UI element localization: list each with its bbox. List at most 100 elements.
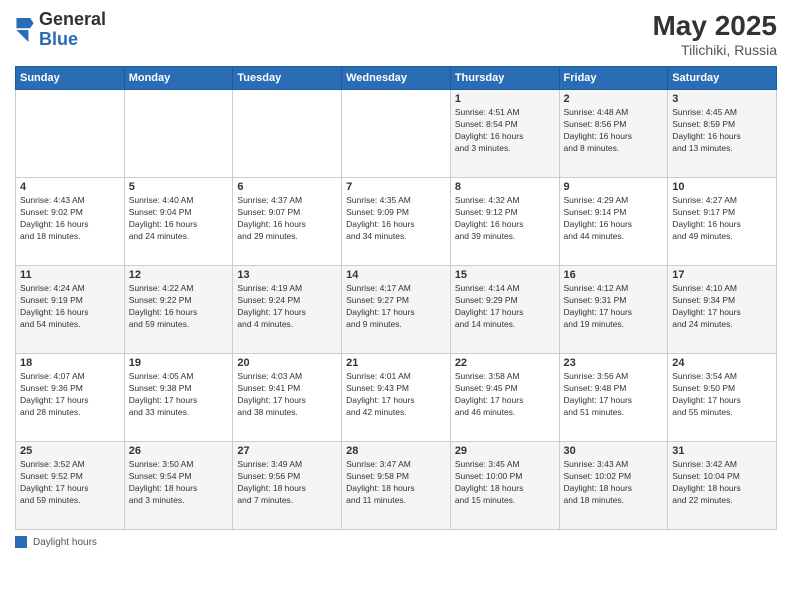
- day-number: 27: [237, 445, 337, 457]
- day-info: Sunrise: 4:40 AM Sunset: 9:04 PM Dayligh…: [129, 195, 229, 243]
- table-row: 3 Sunrise: 4:45 AM Sunset: 8:59 PM Daylig…: [668, 90, 777, 178]
- table-row: 10 Sunrise: 4:27 AM Sunset: 9:17 PM Dayli…: [668, 178, 777, 266]
- day-info: Sunrise: 3:50 AM Sunset: 9:54 PM Dayligh…: [129, 459, 229, 507]
- day-info: Sunrise: 4:48 AM Sunset: 8:56 PM Dayligh…: [564, 107, 664, 155]
- day-number: 25: [20, 445, 120, 457]
- day-info: Sunrise: 3:58 AM Sunset: 9:45 PM Dayligh…: [455, 371, 555, 419]
- day-info: Sunrise: 3:52 AM Sunset: 9:52 PM Dayligh…: [20, 459, 120, 507]
- table-row: 31 Sunrise: 3:42 AM Sunset: 10:04 PM Dayl…: [668, 442, 777, 530]
- table-row: 17 Sunrise: 4:10 AM Sunset: 9:34 PM Dayli…: [668, 266, 777, 354]
- table-row: 20 Sunrise: 4:03 AM Sunset: 9:41 PM Dayli…: [233, 354, 342, 442]
- day-number: 2: [564, 93, 664, 105]
- day-info: Sunrise: 4:07 AM Sunset: 9:36 PM Dayligh…: [20, 371, 120, 419]
- day-info: Sunrise: 4:24 AM Sunset: 9:19 PM Dayligh…: [20, 283, 120, 331]
- day-number: 20: [237, 357, 337, 369]
- day-number: 16: [564, 269, 664, 281]
- calendar-header-row: Sunday Monday Tuesday Wednesday Thursday…: [16, 67, 777, 90]
- day-number: 3: [672, 93, 772, 105]
- day-number: 24: [672, 357, 772, 369]
- day-number: 21: [346, 357, 446, 369]
- table-row: 15 Sunrise: 4:14 AM Sunset: 9:29 PM Dayli…: [450, 266, 559, 354]
- table-row: 12 Sunrise: 4:22 AM Sunset: 9:22 PM Dayli…: [124, 266, 233, 354]
- calendar-week-row: 1 Sunrise: 4:51 AM Sunset: 8:54 PM Daylig…: [16, 90, 777, 178]
- table-row: 21Sunrise: 4:01 AM Sunset: 9:43 PM Dayli…: [342, 354, 451, 442]
- day-number: 4: [20, 181, 120, 193]
- calendar-week-row: 25 Sunrise: 3:52 AM Sunset: 9:52 PM Dayli…: [16, 442, 777, 530]
- day-number: 13: [237, 269, 337, 281]
- footer: Daylight hours: [15, 536, 777, 548]
- day-info: Sunrise: 3:54 AM Sunset: 9:50 PM Dayligh…: [672, 371, 772, 419]
- table-row: 25 Sunrise: 3:52 AM Sunset: 9:52 PM Dayli…: [16, 442, 125, 530]
- legend-label: Daylight hours: [33, 537, 97, 548]
- day-number: 19: [129, 357, 229, 369]
- calendar-week-row: 11 Sunrise: 4:24 AM Sunset: 9:19 PM Dayli…: [16, 266, 777, 354]
- table-row: [124, 90, 233, 178]
- page-header: General Blue May 2025 Tilichiki, Russia: [15, 10, 777, 58]
- table-row: 22 Sunrise: 3:58 AM Sunset: 9:45 PM Dayli…: [450, 354, 559, 442]
- day-number: 7: [346, 181, 446, 193]
- table-row: [233, 90, 342, 178]
- day-info: Sunrise: 4:14 AM Sunset: 9:29 PM Dayligh…: [455, 283, 555, 331]
- col-wednesday: Wednesday: [342, 67, 451, 90]
- day-info: Sunrise: 4:32 AM Sunset: 9:12 PM Dayligh…: [455, 195, 555, 243]
- day-info: Sunrise: 4:22 AM Sunset: 9:22 PM Dayligh…: [129, 283, 229, 331]
- day-info: Sunrise: 3:47 AM Sunset: 9:58 PM Dayligh…: [346, 459, 446, 507]
- table-row: 19Sunrise: 4:05 AM Sunset: 9:38 PM Dayli…: [124, 354, 233, 442]
- day-number: 31: [672, 445, 772, 457]
- col-friday: Friday: [559, 67, 668, 90]
- col-tuesday: Tuesday: [233, 67, 342, 90]
- logo-general-text: General: [39, 9, 106, 29]
- day-info: Sunrise: 3:42 AM Sunset: 10:04 PM Daylig…: [672, 459, 772, 507]
- day-number: 9: [564, 181, 664, 193]
- table-row: 26Sunrise: 3:50 AM Sunset: 9:54 PM Dayli…: [124, 442, 233, 530]
- day-info: Sunrise: 4:51 AM Sunset: 8:54 PM Dayligh…: [455, 107, 555, 155]
- day-info: Sunrise: 4:10 AM Sunset: 9:34 PM Dayligh…: [672, 283, 772, 331]
- table-row: 14Sunrise: 4:17 AM Sunset: 9:27 PM Dayli…: [342, 266, 451, 354]
- table-row: [16, 90, 125, 178]
- calendar-title: May 2025: [652, 10, 777, 42]
- table-row: 5 Sunrise: 4:40 AM Sunset: 9:04 PM Daylig…: [124, 178, 233, 266]
- day-info: Sunrise: 4:03 AM Sunset: 9:41 PM Dayligh…: [237, 371, 337, 419]
- day-info: Sunrise: 4:29 AM Sunset: 9:14 PM Dayligh…: [564, 195, 664, 243]
- table-row: 6Sunrise: 4:37 AM Sunset: 9:07 PM Daylig…: [233, 178, 342, 266]
- table-row: 7 Sunrise: 4:35 AM Sunset: 9:09 PM Daylig…: [342, 178, 451, 266]
- day-number: 12: [129, 269, 229, 281]
- day-number: 14: [346, 269, 446, 281]
- day-number: 5: [129, 181, 229, 193]
- logo-icon: [15, 18, 35, 42]
- day-number: 1: [455, 93, 555, 105]
- table-row: 8Sunrise: 4:32 AM Sunset: 9:12 PM Daylig…: [450, 178, 559, 266]
- table-row: 16Sunrise: 4:12 AM Sunset: 9:31 PM Dayli…: [559, 266, 668, 354]
- table-row: 18Sunrise: 4:07 AM Sunset: 9:36 PM Dayli…: [16, 354, 125, 442]
- col-thursday: Thursday: [450, 67, 559, 90]
- legend-color-box: [15, 536, 27, 548]
- day-number: 29: [455, 445, 555, 457]
- col-sunday: Sunday: [16, 67, 125, 90]
- col-saturday: Saturday: [668, 67, 777, 90]
- day-info: Sunrise: 4:37 AM Sunset: 9:07 PM Dayligh…: [237, 195, 337, 243]
- day-number: 17: [672, 269, 772, 281]
- day-number: 23: [564, 357, 664, 369]
- calendar-week-row: 18Sunrise: 4:07 AM Sunset: 9:36 PM Dayli…: [16, 354, 777, 442]
- day-info: Sunrise: 3:45 AM Sunset: 10:00 PM Daylig…: [455, 459, 555, 507]
- day-info: Sunrise: 4:35 AM Sunset: 9:09 PM Dayligh…: [346, 195, 446, 243]
- day-number: 22: [455, 357, 555, 369]
- day-number: 28: [346, 445, 446, 457]
- title-block: May 2025 Tilichiki, Russia: [652, 10, 777, 58]
- logo: General Blue: [15, 10, 106, 50]
- table-row: 24 Sunrise: 3:54 AM Sunset: 9:50 PM Dayli…: [668, 354, 777, 442]
- table-row: 13Sunrise: 4:19 AM Sunset: 9:24 PM Dayli…: [233, 266, 342, 354]
- day-info: Sunrise: 4:27 AM Sunset: 9:17 PM Dayligh…: [672, 195, 772, 243]
- day-info: Sunrise: 3:56 AM Sunset: 9:48 PM Dayligh…: [564, 371, 664, 419]
- day-number: 15: [455, 269, 555, 281]
- table-row: 30Sunrise: 3:43 AM Sunset: 10:02 PM Dayl…: [559, 442, 668, 530]
- day-number: 10: [672, 181, 772, 193]
- day-info: Sunrise: 4:43 AM Sunset: 9:02 PM Dayligh…: [20, 195, 120, 243]
- calendar-location: Tilichiki, Russia: [652, 42, 777, 58]
- day-info: Sunrise: 3:43 AM Sunset: 10:02 PM Daylig…: [564, 459, 664, 507]
- table-row: 2 Sunrise: 4:48 AM Sunset: 8:56 PM Daylig…: [559, 90, 668, 178]
- table-row: 9 Sunrise: 4:29 AM Sunset: 9:14 PM Daylig…: [559, 178, 668, 266]
- day-info: Sunrise: 4:45 AM Sunset: 8:59 PM Dayligh…: [672, 107, 772, 155]
- table-row: 1 Sunrise: 4:51 AM Sunset: 8:54 PM Daylig…: [450, 90, 559, 178]
- day-number: 11: [20, 269, 120, 281]
